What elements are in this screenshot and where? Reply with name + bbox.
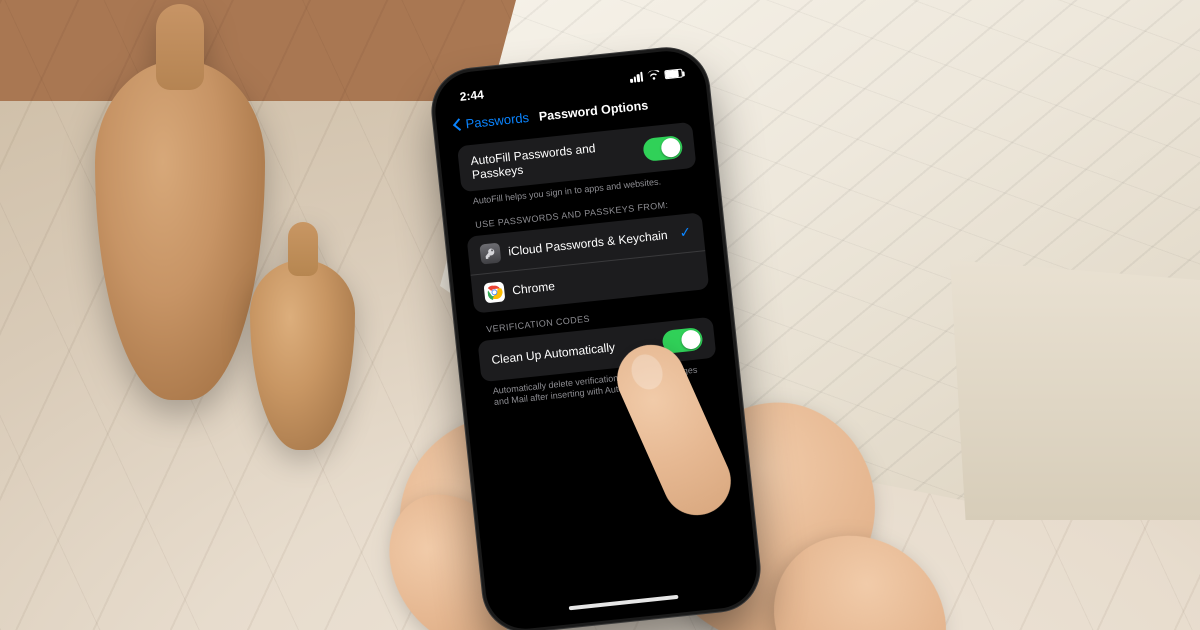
- cloth-fringe: [950, 260, 1200, 520]
- autofill-label: AutoFill Passwords and Passkeys: [470, 136, 645, 182]
- home-indicator[interactable]: [569, 595, 679, 610]
- status-time: 2:44: [459, 87, 484, 103]
- photo-backdrop: 2:44 Passwords Password Options: [0, 0, 1200, 630]
- provider-label: iCloud Passwords & Keychain: [508, 228, 669, 259]
- chrome-icon: [483, 281, 505, 303]
- battery-icon: [664, 68, 683, 79]
- cleanup-label: Clean Up Automatically: [491, 340, 616, 367]
- cellular-signal-icon: [629, 72, 643, 83]
- phone: 2:44 Passwords Password Options: [431, 47, 760, 630]
- providers-group: iCloud Passwords & Keychain ✓ Chrome: [466, 212, 709, 313]
- autofill-toggle[interactable]: [643, 134, 684, 161]
- phone-screen: 2:44 Passwords Password Options: [440, 56, 751, 624]
- wifi-icon: [646, 70, 661, 81]
- checkmark-icon: ✓: [679, 224, 692, 242]
- provider-label: Chrome: [512, 279, 556, 297]
- keychain-icon: [479, 242, 501, 264]
- chevron-left-icon: [453, 118, 466, 131]
